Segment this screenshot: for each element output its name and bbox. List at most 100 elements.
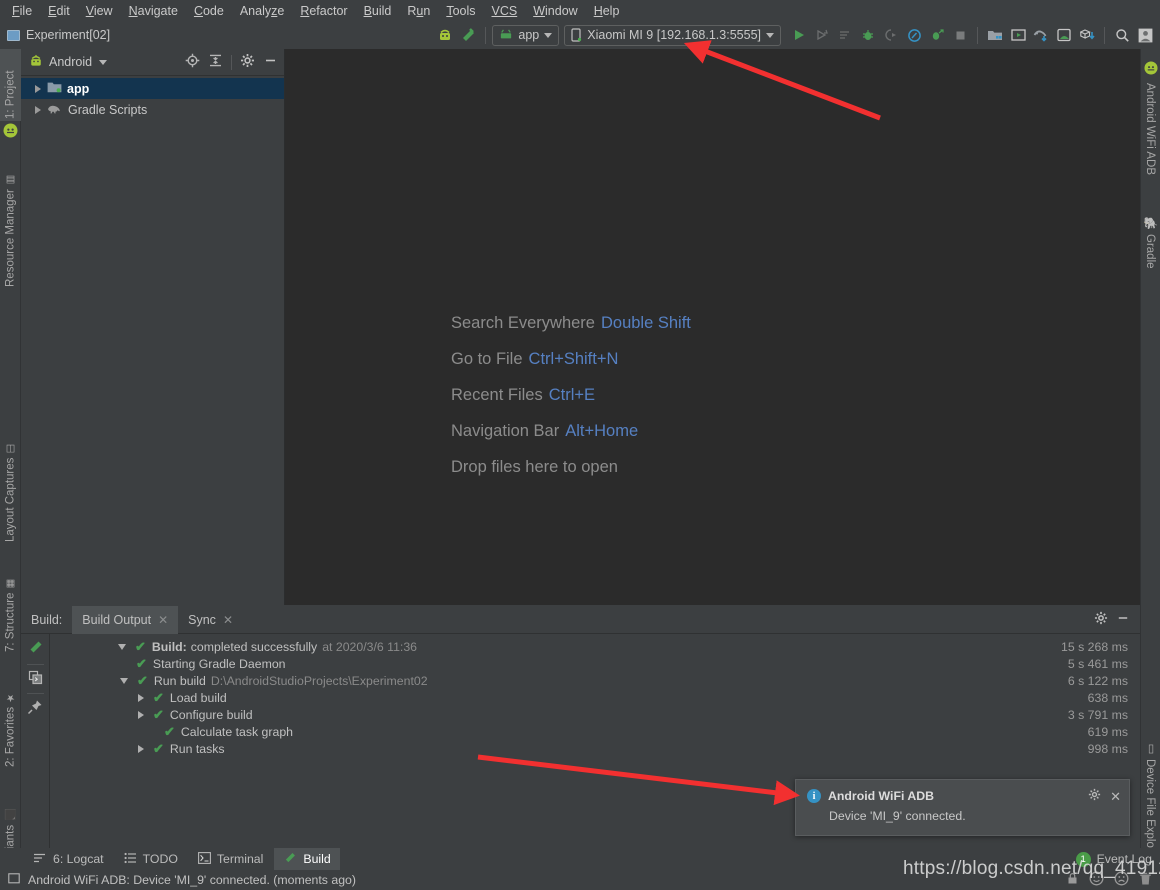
bottom-tab-terminal[interactable]: Terminal: [189, 848, 272, 870]
chevron-right-icon[interactable]: [138, 744, 144, 753]
sidebar-item-label: Layout Captures: [4, 457, 17, 542]
chevron-right-icon[interactable]: [138, 693, 144, 702]
run-configuration-dropdown[interactable]: app: [492, 24, 560, 46]
run-with-coverage-icon[interactable]: [926, 24, 948, 46]
menu-navigate[interactable]: Navigate: [121, 1, 186, 21]
avd-device-manager-icon[interactable]: [1053, 24, 1075, 46]
build-row[interactable]: ✔ Run tasks 998 ms: [50, 740, 1140, 757]
build-hammer-icon: [283, 851, 297, 868]
profiler-icon[interactable]: [903, 24, 925, 46]
build-row[interactable]: ✔ Build: completed successfully at 2020/…: [50, 638, 1140, 655]
sidebar-item-resource-manager[interactable]: Resource Manager ▤: [0, 154, 21, 289]
sdk-manager-icon[interactable]: [457, 24, 479, 46]
toggle-console-icon[interactable]: [28, 670, 43, 688]
chevron-down-icon[interactable]: [99, 59, 108, 65]
hide-panel-icon[interactable]: [1116, 611, 1130, 628]
menu-code[interactable]: Code: [186, 1, 232, 21]
menu-run[interactable]: Run: [399, 1, 438, 21]
menu-edit[interactable]: Edit: [40, 1, 78, 21]
apply-changes-icon[interactable]: [834, 24, 856, 46]
layout-inspector-icon[interactable]: [1007, 24, 1029, 46]
project-structure-icon[interactable]: [984, 24, 1006, 46]
android-icon: [3, 123, 18, 141]
tab-build-output[interactable]: Build Output ✕: [72, 605, 179, 634]
bottom-tab-build[interactable]: Build: [274, 848, 340, 870]
chevron-right-icon[interactable]: [138, 710, 144, 719]
hint-action: Search Everywhere: [451, 314, 595, 332]
bottom-tab-logcat[interactable]: 6: Logcat: [24, 848, 113, 870]
device-dropdown[interactable]: Xiaomi MI 9 [192.168.1.3:5555]: [564, 24, 781, 46]
balloon-tools: ✕: [1088, 788, 1121, 804]
sidebar-item-layout-captures[interactable]: Layout Captures ◫: [0, 424, 21, 544]
hide-panel-icon[interactable]: [263, 53, 278, 71]
chevron-right-icon[interactable]: [35, 84, 41, 93]
sidebar-item-favorites[interactable]: 2: Favorites ★: [0, 674, 21, 769]
debug-icon[interactable]: [857, 24, 879, 46]
toolbar-divider-3: [1104, 26, 1105, 44]
chevron-down-icon[interactable]: [118, 643, 126, 650]
collapse-all-icon[interactable]: [208, 53, 223, 71]
menu-tools[interactable]: Tools: [438, 1, 483, 21]
build-row[interactable]: ✔ Configure build 3 s 791 ms: [50, 706, 1140, 723]
menu-vcs[interactable]: VCS: [484, 1, 526, 21]
tree-node-gradle-scripts[interactable]: Gradle Scripts: [21, 99, 284, 120]
lock-icon[interactable]: [1066, 872, 1079, 888]
editor-hints: Search Everywhere Double Shift Go to File…: [285, 314, 1140, 477]
tab-sync[interactable]: Sync ✕: [178, 606, 243, 634]
right-tool-strip: Android WiFi ADB 🐘 Gradle ▯ Device File …: [1140, 49, 1160, 862]
tree-node-app[interactable]: app: [21, 78, 284, 99]
build-row[interactable]: ✔ Starting Gradle Daemon 5 s 461 ms: [50, 655, 1140, 672]
status-message[interactable]: Android WiFi ADB: Device 'MI_9' connecte…: [28, 873, 356, 887]
run-config-label: app: [518, 28, 540, 42]
avd-manager-icon[interactable]: [434, 24, 456, 46]
sidebar-item-structure[interactable]: 7: Structure ▦: [0, 559, 21, 654]
sidebar-item-gradle[interactable]: 🐘 Gradle: [1140, 214, 1160, 304]
build-row[interactable]: ✔ Calculate task graph 619 ms: [50, 723, 1140, 740]
menu-build[interactable]: Build: [356, 1, 400, 21]
build-window-header-tools: [1094, 611, 1140, 628]
balloon-header: i Android WiFi ADB ✕: [796, 780, 1129, 804]
feedback-sad-icon[interactable]: [1114, 871, 1129, 889]
user-avatar-icon[interactable]: [1134, 24, 1156, 46]
locate-target-icon[interactable]: [185, 53, 200, 71]
sidebar-item-android-wifi-adb[interactable]: Android WiFi ADB: [1140, 81, 1160, 201]
build-row[interactable]: ✔ Load build 638 ms: [50, 689, 1140, 706]
settings-gear-icon[interactable]: [1088, 788, 1101, 804]
menu-window[interactable]: Window: [525, 1, 585, 21]
close-icon[interactable]: ✕: [158, 614, 168, 626]
chevron-down-icon[interactable]: [120, 677, 128, 684]
sdk-download-icon[interactable]: [1076, 24, 1098, 46]
check-icon: ✔: [153, 690, 164, 705]
gradle-elephant-icon: 🐘: [1144, 216, 1156, 231]
trash-icon[interactable]: [1139, 872, 1152, 889]
rerun-icon[interactable]: [811, 24, 833, 46]
settings-gear-icon[interactable]: [240, 53, 255, 71]
run-icon[interactable]: [788, 24, 810, 46]
chevron-right-icon[interactable]: [35, 105, 41, 114]
build-hammer-icon[interactable]: [27, 639, 44, 659]
menu-refactor[interactable]: Refactor: [292, 1, 355, 21]
sidebar-item-project[interactable]: 1: Project: [0, 49, 21, 121]
sync-gradle-icon[interactable]: [1030, 24, 1052, 46]
sidebar-item-label: 1: Project: [4, 70, 17, 119]
hint-search-everywhere: Search Everywhere Double Shift: [285, 314, 1140, 333]
build-row[interactable]: ✔ Run build D:\AndroidStudioProjects\Exp…: [50, 672, 1140, 689]
event-log-button[interactable]: 1 Event Log: [1075, 851, 1160, 867]
attach-debugger-icon[interactable]: [880, 24, 902, 46]
event-log-label: Event Log: [1096, 852, 1152, 866]
menu-file[interactable]: FFileile: [4, 1, 40, 21]
editor-area[interactable]: Search Everywhere Double Shift Go to File…: [285, 49, 1140, 605]
bottom-tab-todo[interactable]: TODO: [115, 848, 187, 870]
settings-gear-icon[interactable]: [1094, 611, 1108, 628]
search-icon[interactable]: [1111, 24, 1133, 46]
build-row-time: 6 s 122 ms: [1067, 673, 1128, 688]
close-icon[interactable]: ✕: [1110, 790, 1121, 803]
notification-balloon[interactable]: i Android WiFi ADB ✕ Device 'MI_9' conne…: [795, 779, 1130, 836]
menu-analyze[interactable]: Analyze: [232, 1, 292, 21]
feedback-happy-icon[interactable]: [1089, 871, 1104, 889]
menu-view[interactable]: View: [78, 1, 121, 21]
close-icon[interactable]: ✕: [223, 614, 233, 626]
stop-icon[interactable]: [949, 24, 971, 46]
menu-help[interactable]: Help: [586, 1, 628, 21]
pin-tab-icon[interactable]: [27, 699, 43, 718]
